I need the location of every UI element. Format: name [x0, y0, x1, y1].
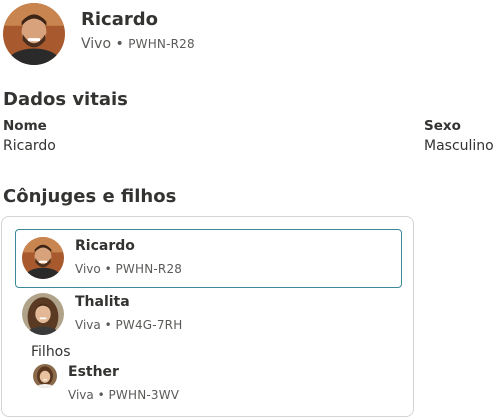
person-photo-icon [22, 237, 64, 279]
member-status: Vivo • PWHN-R28 [75, 262, 182, 276]
life-status: Viva [75, 318, 101, 332]
person-id: PW4G-7RH [115, 318, 183, 332]
person-id: PWHN-R28 [128, 37, 195, 51]
sex-label: Sexo [424, 118, 461, 134]
sex-value: Masculino [424, 138, 494, 154]
separator-dot: • [97, 388, 105, 402]
person-id: PWHN-3WV [108, 388, 180, 402]
member-name[interactable]: Thalita [75, 294, 130, 310]
person-name: Ricardo [81, 9, 158, 30]
children-label: Filhos [31, 344, 71, 360]
separator-dot: • [104, 318, 112, 332]
child-name[interactable]: Esther [68, 364, 119, 380]
section-title-family: Cônjuges e filhos [3, 186, 177, 207]
name-label: Nome [3, 118, 47, 134]
avatar [33, 364, 57, 388]
child-status: Viva • PWHN-3WV [68, 388, 179, 402]
separator-dot: • [104, 262, 112, 276]
person-status: Vivo • PWHN-R28 [81, 36, 195, 52]
section-title-vitals: Dados vitais [3, 89, 128, 110]
life-status: Vivo [81, 36, 112, 52]
avatar [3, 3, 65, 65]
avatar [22, 237, 64, 279]
life-status: Vivo [75, 262, 101, 276]
separator-dot: • [115, 36, 124, 52]
person-photo-icon [22, 293, 64, 335]
avatar [22, 293, 64, 335]
name-value: Ricardo [3, 138, 56, 154]
person-photo-icon [33, 364, 57, 388]
family-member-row-selected[interactable] [15, 229, 402, 288]
person-id: PWHN-R28 [115, 262, 183, 276]
life-status: Viva [68, 388, 94, 402]
person-photo-icon [3, 3, 65, 65]
member-status: Viva • PW4G-7RH [75, 318, 182, 332]
member-name[interactable]: Ricardo [75, 238, 135, 254]
